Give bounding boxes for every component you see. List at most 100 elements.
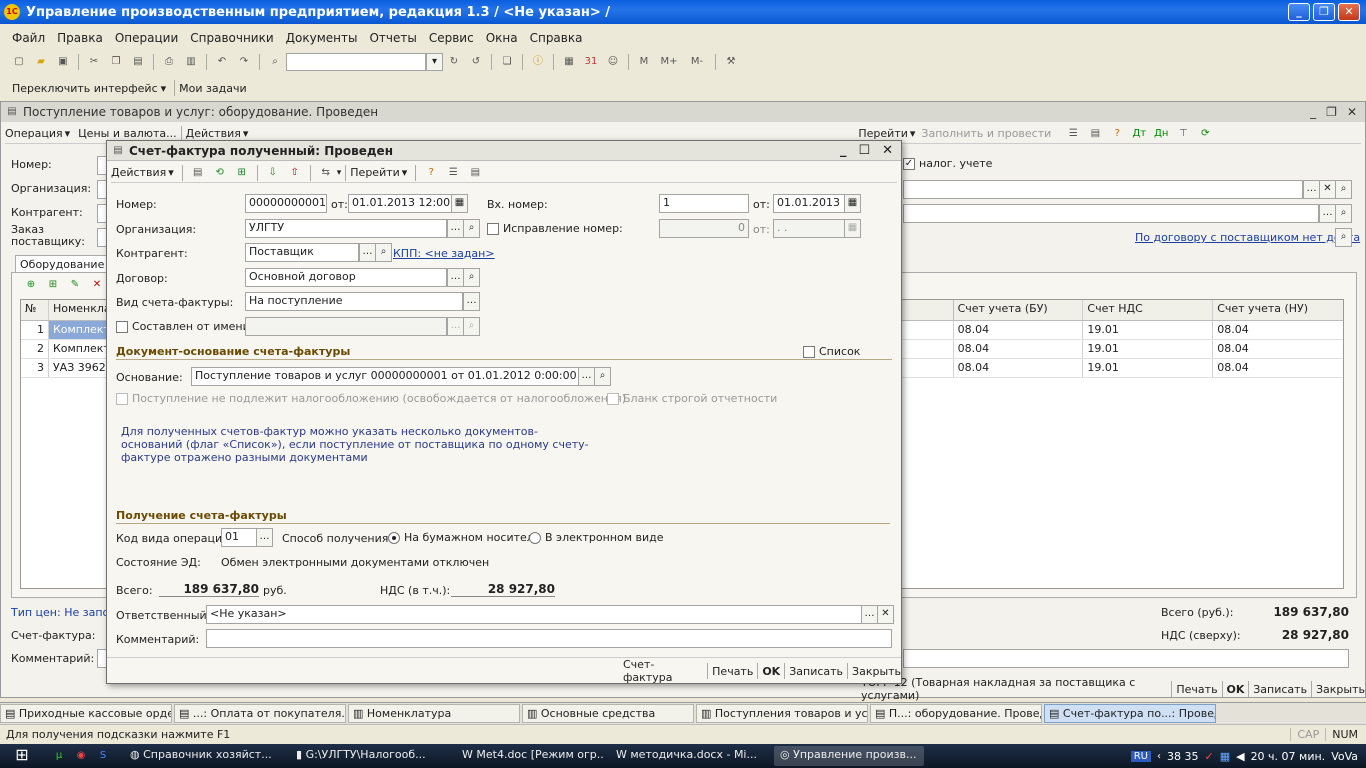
kpp-link[interactable]: КПП: <не задан> (393, 247, 495, 260)
contract-select-button[interactable]: … (447, 268, 464, 287)
operation-menu[interactable]: Операция (5, 127, 63, 140)
calendar-icon[interactable]: 31 (583, 54, 599, 70)
col-nomenclature[interactable]: Номенкла (49, 300, 107, 320)
dialog-invoice-print-button[interactable]: Счет-фактура (623, 658, 703, 684)
my-tasks-button[interactable]: Мои задачи (179, 82, 246, 95)
col-vat-account[interactable]: Счет НДС (1083, 300, 1214, 320)
posting-icon[interactable]: ⇩ (265, 165, 281, 181)
dt-kt-n-icon[interactable]: Дн (1153, 126, 1169, 142)
info-icon[interactable]: ⓘ (530, 54, 546, 70)
search-dropdown-button[interactable]: ▾ (426, 53, 443, 71)
window-tab-cash-orders[interactable]: ▤ Приходные кассовые ордера (0, 704, 172, 723)
list-checkbox[interactable]: Список (803, 345, 860, 358)
task-firefox[interactable]: ◍ Справочник хозяйст... (124, 746, 284, 766)
tray-expand-icon[interactable]: ‹ (1157, 751, 1161, 762)
contractor-field[interactable]: Поставщик (245, 243, 359, 262)
find-prev-icon[interactable]: ↺ (468, 54, 484, 70)
invoice-type-select-button[interactable]: … (463, 292, 480, 311)
edit-row-icon[interactable]: ✎ (67, 277, 83, 293)
doc-goto-menu[interactable]: Перейти (858, 127, 908, 140)
minimize-button[interactable]: _ (1288, 3, 1310, 21)
composed-on-behalf-checkbox[interactable]: Составлен от имени: (116, 320, 253, 333)
responsible-clear-button[interactable]: ✕ (877, 605, 894, 624)
structure-icon[interactable]: ☰ (1065, 126, 1081, 142)
in-number-field[interactable]: 1 (659, 194, 749, 213)
search-icon[interactable]: ⌕ (267, 54, 283, 70)
find-next-icon[interactable]: ↻ (446, 54, 462, 70)
window-tab-equipment-doc[interactable]: ▤ П...: оборудование. Проведен (870, 704, 1042, 723)
composed-select-button[interactable]: … (447, 317, 464, 336)
contract-debt-search-button[interactable]: ⌕ (1335, 228, 1352, 247)
responsible-select-button[interactable]: … (861, 605, 878, 624)
list-icon[interactable]: ▤ (1087, 126, 1103, 142)
prices-currency-button[interactable]: Цены и валюта... (78, 127, 176, 140)
start-button[interactable]: ⊞ (4, 745, 40, 767)
post-doc-icon[interactable]: ▤ (190, 165, 206, 181)
doc-org-select-button[interactable]: … (1303, 180, 1320, 199)
utorrent-icon[interactable]: µ (51, 748, 67, 764)
col-account-nu[interactable]: Счет учета (НУ) (1213, 300, 1343, 320)
dialog-close-button[interactable]: ✕ (882, 143, 893, 158)
composed-on-behalf-field[interactable] (245, 317, 447, 336)
menu-catalogs[interactable]: Справочники (190, 31, 273, 45)
tab-equipment[interactable]: Оборудование (3 (15, 255, 111, 284)
memory-mplus-icon[interactable]: M+ (658, 54, 680, 70)
organization-select-button[interactable]: … (447, 219, 464, 238)
method-paper-radio[interactable]: На бумажном носителе (388, 531, 541, 544)
op-code-field[interactable]: 01 (221, 528, 257, 547)
chrome-icon[interactable]: ◉ (73, 748, 89, 764)
copy-icon[interactable]: ❐ (108, 54, 124, 70)
print-icon[interactable]: ⎙ (161, 54, 177, 70)
copy-row-icon[interactable]: ⊞ (45, 277, 61, 293)
organization-field[interactable]: УЛГТУ (245, 219, 447, 238)
memory-mminus-icon[interactable]: M- (686, 54, 708, 70)
correction-number-field[interactable]: 0 (659, 219, 749, 238)
windows-icon[interactable]: ❏ (499, 54, 515, 70)
task-word-metodichka[interactable]: W методичка.docx - Mi... (610, 746, 768, 766)
dialog-actions-menu[interactable]: Действия (111, 166, 166, 179)
price-type-link[interactable]: Тип цен: Не запол (11, 606, 116, 619)
skype-icon[interactable]: S (95, 748, 111, 764)
menu-reports[interactable]: Отчеты (369, 31, 416, 45)
dialog-goto-menu[interactable]: Перейти (350, 166, 400, 179)
users-icon[interactable]: ☺ (605, 54, 621, 70)
switch-interface-button[interactable]: Переключить интерфейс (12, 82, 158, 95)
dialog-ok-button[interactable]: OK (762, 665, 780, 678)
new-doc-icon[interactable]: ▢ (11, 54, 27, 70)
col-number[interactable]: № (21, 300, 49, 320)
contractor-select-button[interactable]: … (359, 243, 376, 262)
doc-contractor-field-right[interactable] (903, 204, 1319, 223)
doc-comment-field-right[interactable] (903, 649, 1349, 668)
search-input[interactable] (286, 53, 426, 71)
doc-org-field-right[interactable] (903, 180, 1303, 199)
method-electronic-radio[interactable]: В электронном виде (529, 531, 664, 544)
preview-icon[interactable]: ▥ (183, 54, 199, 70)
tray-volume-icon[interactable]: ◀ (1236, 750, 1244, 763)
delete-row-icon[interactable]: ✕ (89, 277, 105, 293)
basis-field[interactable]: Поступление товаров и услуг 00000000001 … (191, 367, 579, 386)
contract-search-button[interactable]: ⌕ (463, 268, 480, 287)
window-tab-invoice[interactable]: ▤ Счет-фактура по...: Проведен (1044, 704, 1216, 723)
redo-icon[interactable]: ↷ (236, 54, 252, 70)
filter-icon[interactable]: ⊤ (1175, 126, 1191, 142)
dialog-close-footer-button[interactable]: Закрыть (852, 665, 901, 678)
dialog-list-icon[interactable]: ▤ (467, 165, 483, 181)
add-row-icon[interactable]: ⊕ (23, 277, 39, 293)
organization-search-button[interactable]: ⌕ (463, 219, 480, 238)
save-icon[interactable]: ▣ (55, 54, 71, 70)
tray-antivirus-icon[interactable]: ✓ (1204, 750, 1213, 763)
language-indicator[interactable]: RU (1130, 750, 1151, 762)
task-explorer[interactable]: ▮ G:\УЛГТУ\Налогооб... (290, 746, 450, 766)
open-folder-icon[interactable]: ▰ (33, 54, 49, 70)
close-button[interactable]: ✕ (1338, 3, 1360, 21)
contract-field[interactable]: Основной договор (245, 268, 447, 287)
torg12-print-button[interactable]: ТОРГ-12 (Товарная накладная за поставщик… (861, 676, 1167, 702)
menu-help[interactable]: Справка (530, 31, 583, 45)
doc-actions-menu[interactable]: Действия (186, 127, 241, 140)
menu-documents[interactable]: Документы (286, 31, 358, 45)
maximize-button[interactable]: ❐ (1313, 3, 1335, 21)
cut-icon[interactable]: ✂ (86, 54, 102, 70)
invoice-date-calendar-button[interactable]: ▦ (451, 194, 468, 213)
basis-select-button[interactable]: … (578, 367, 595, 386)
doc-close-footer-button[interactable]: Закрыть (1316, 683, 1365, 696)
